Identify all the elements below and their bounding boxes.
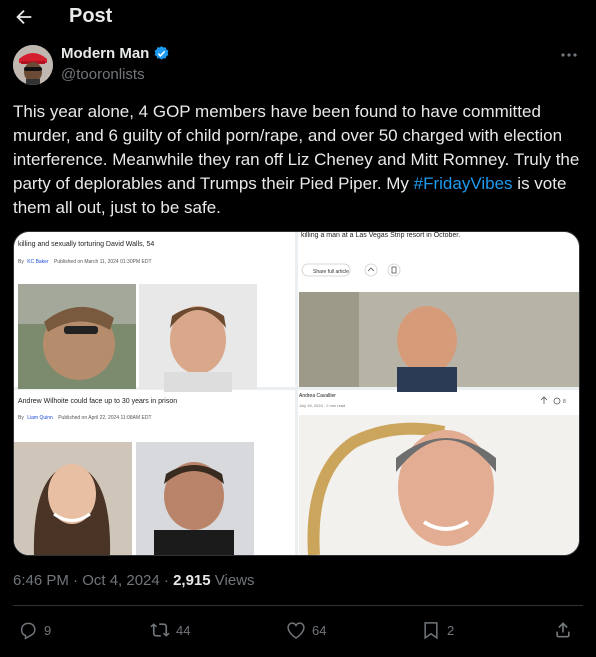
share-button[interactable] [553,620,573,640]
reply-count: 9 [44,622,52,638]
divider [13,605,583,606]
reply-icon [21,622,36,640]
br-comment-count: 8 [563,399,566,405]
tr-headline: killing a man at a Las Vegas Strip resor… [301,232,460,239]
bl-headline: Andrew Wilhoite could face up to 30 year… [18,398,177,405]
views-label: Views [210,572,255,589]
tr-share-label: Share full article [313,269,349,275]
bookmark-button[interactable]: 2 [421,620,454,640]
br-author: Andrea Cavallier [299,393,336,399]
post-meta: 6:46 PM · Oct 4, 2024 · 2,915 Views [13,572,255,589]
tl-headline: killing and sexually torturing David Wal… [18,241,154,248]
share-icon [556,622,570,638]
top-bar: Post [0,0,596,34]
tl-byline-prefix: By [18,259,24,265]
repost-count: 44 [176,622,191,638]
svg-text:By Liam Quinn: By Liam Quinn Published on April 22, 202… [18,415,152,421]
tl-byline-author: KC Baker [27,259,49,265]
verified-badge-icon [154,46,169,60]
page-title: Post [69,5,113,27]
collage-image: killing and sexually torturing David Wal… [14,232,579,555]
svg-text:By KC Baker Pu: By KC Baker Published on March 11, 2024 … [18,259,152,265]
bookmark-icon [424,622,438,640]
heart-icon [287,622,305,639]
back-arrow-icon[interactable] [13,6,35,28]
bl-byline-date: Published on April 22, 2024 11:08AM EDT [58,415,151,421]
bl-byline-author: Liam Quinn [27,415,53,421]
br-date: July 16, 2024 · 2 min read [299,403,345,408]
reply-button[interactable]: 9 [18,620,51,640]
hashtag-link[interactable]: #FridayVibes [414,174,513,193]
repost-icon [150,623,170,637]
bookmark-count: 2 [447,622,455,638]
tl-byline-date: Published on March 11, 2024 01:30PM EDT [54,259,151,265]
action-bar: 9 44 64 2 [0,612,596,652]
author-name[interactable]: Modern Man [61,45,149,62]
post-text: This year alone, 4 GOP members have been… [13,100,583,220]
author-handle[interactable]: @tooronlists [61,66,145,83]
media-collage[interactable]: killing and sexually torturing David Wal… [13,231,580,556]
views-count: 2,915 [173,572,211,589]
more-options-icon[interactable] [556,46,582,64]
like-button[interactable]: 64 [286,620,326,640]
avatar[interactable] [13,45,53,85]
post-timestamp[interactable]: 6:46 PM · Oct 4, 2024 · [13,572,173,589]
like-count: 64 [312,622,327,638]
bl-byline-prefix: By [18,415,24,421]
author-name-row[interactable]: Modern Man [61,45,170,62]
avatar-image [13,45,53,85]
repost-button[interactable]: 44 [150,620,190,640]
